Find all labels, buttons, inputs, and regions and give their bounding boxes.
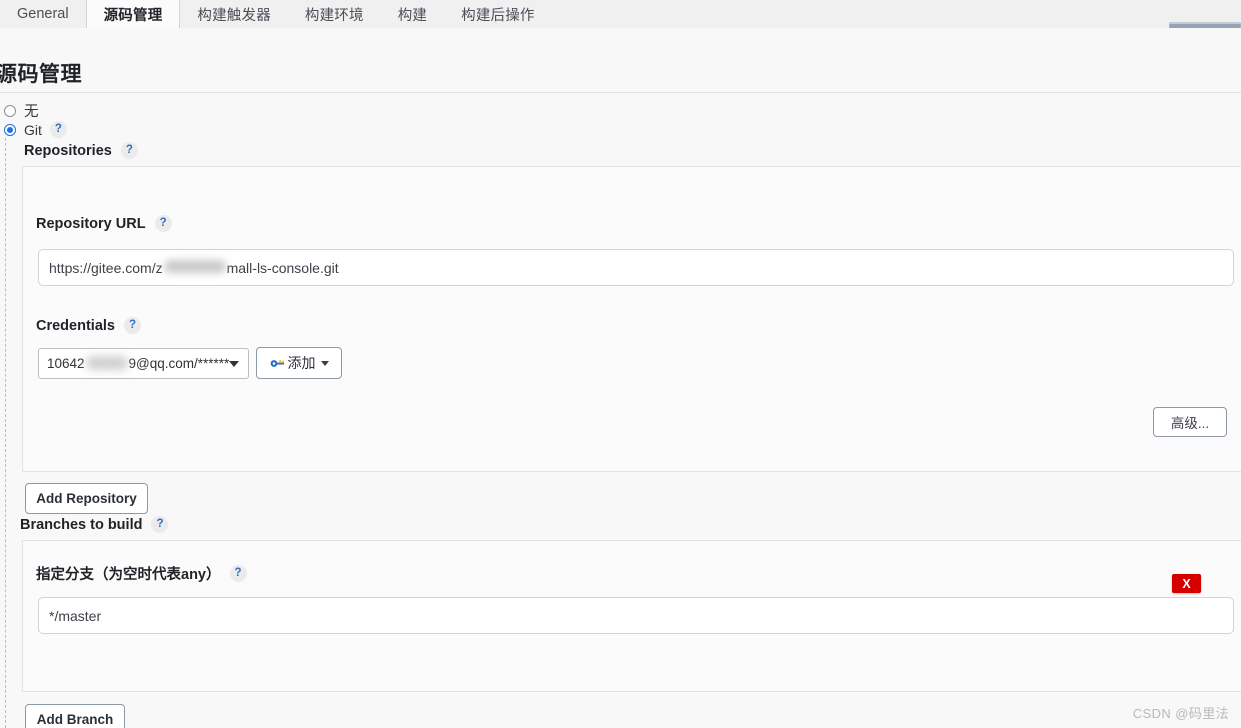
help-icon-git[interactable]: ? — [49, 121, 67, 138]
tab-build-environment[interactable]: 构建环境 — [288, 0, 381, 28]
credentials-value-prefix: 10642 — [47, 356, 85, 371]
repository-card: Repository URL ? https://gitee.com/z mall… — [22, 166, 1241, 472]
help-icon-repositories[interactable]: ? — [120, 142, 138, 159]
tab-general[interactable]: General — [0, 0, 86, 28]
repository-url-value-prefix: https://gitee.com/z — [49, 259, 163, 276]
branch-specifier-label: 指定分支（为空时代表any） ? — [36, 563, 247, 584]
scm-section: 源码管理 无 Git ? Repositories ? Repository U… — [0, 28, 1241, 728]
watermark: CSDN @码里法 — [1132, 706, 1229, 721]
radio-git[interactable] — [4, 123, 16, 136]
credentials-value-suffix: 9@qq.com/****** — [128, 356, 230, 371]
key-icon — [270, 357, 285, 369]
delete-branch-button[interactable]: X — [1172, 574, 1201, 593]
tab-post-build-actions[interactable]: 构建后操作 — [444, 0, 552, 28]
add-repository-button[interactable]: Add Repository — [25, 483, 148, 514]
tab-build-triggers[interactable]: 构建触发器 — [180, 0, 288, 28]
help-icon-branch-specifier[interactable]: ? — [229, 565, 247, 582]
add-credentials-button[interactable]: 添加 — [256, 347, 342, 379]
tab-build[interactable]: 构建 — [381, 0, 444, 28]
add-credentials-label: 添加 — [287, 355, 316, 371]
nesting-guide-line — [5, 138, 6, 728]
jenkins-job-config-page: General 源码管理 构建触发器 构建环境 构建 构建后操作 源码管理 无 … — [0, 0, 1241, 728]
branches-label-text: Branches to build — [20, 516, 143, 533]
scm-option-none[interactable]: 无 — [4, 100, 39, 121]
add-branch-button[interactable]: Add Branch — [25, 704, 125, 728]
chevron-down-icon-add-credentials — [320, 360, 329, 366]
credentials-label-text: Credentials — [36, 317, 115, 334]
branch-card: 指定分支（为空时代表any） ? */master — [22, 540, 1241, 692]
config-tab-bar: General 源码管理 构建触发器 构建环境 构建 构建后操作 — [0, 0, 1241, 28]
repository-url-value-suffix: mall-ls-console.git — [226, 259, 339, 276]
help-icon-repository-url[interactable]: ? — [154, 215, 172, 232]
branches-section-label: Branches to build ? — [20, 516, 169, 533]
credentials-redacted — [85, 355, 128, 370]
title-divider — [0, 92, 1241, 93]
chevron-down-icon-credentials — [229, 360, 239, 367]
repository-url-redacted — [163, 260, 226, 273]
credentials-select[interactable]: 10642 9@qq.com/****** — [38, 348, 249, 379]
page-title: 源码管理 — [0, 63, 82, 86]
help-icon-branches[interactable]: ? — [151, 516, 169, 533]
radio-none[interactable] — [4, 104, 16, 117]
help-icon-credentials[interactable]: ? — [123, 317, 141, 334]
branch-specifier-input[interactable]: */master — [38, 597, 1234, 634]
tab-scm[interactable]: 源码管理 — [85, 0, 181, 28]
scm-option-git[interactable]: Git ? — [4, 121, 67, 138]
repository-url-label-text: Repository URL — [36, 215, 146, 232]
advanced-button[interactable]: 高级... — [1153, 407, 1227, 437]
repositories-section-label: Repositories ? — [24, 142, 138, 159]
credentials-label: Credentials ? — [36, 317, 141, 334]
repository-url-input[interactable]: https://gitee.com/z mall-ls-console.git — [38, 249, 1234, 286]
scm-option-none-label: 无 — [24, 104, 39, 120]
branch-specifier-label-text: 指定分支（为空时代表any） — [36, 567, 221, 583]
repository-url-label: Repository URL ? — [36, 215, 172, 232]
scm-option-git-label: Git — [24, 121, 42, 138]
repositories-label-text: Repositories — [24, 142, 112, 159]
